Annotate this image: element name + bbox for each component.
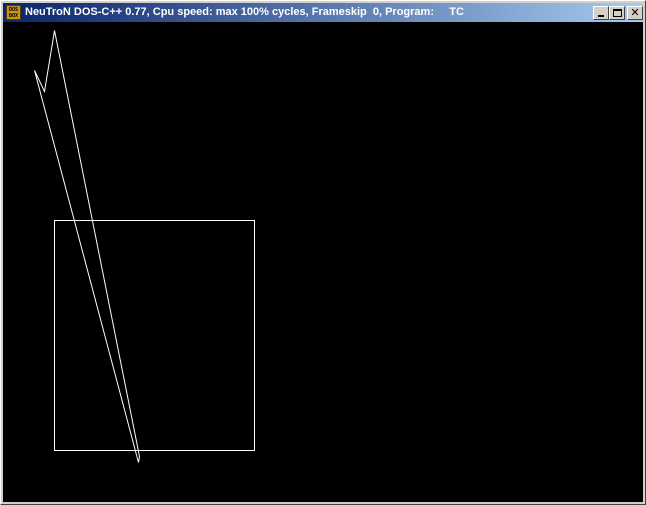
maximize-button[interactable]	[609, 6, 625, 20]
title-bar[interactable]: DOS BOX NeuTroN DOS-C++ 0.77, Cpu speed:…	[3, 3, 643, 22]
minimize-button[interactable]	[593, 6, 609, 20]
close-button[interactable]: ✕	[627, 6, 643, 20]
drawn-rectangle	[54, 220, 255, 451]
maximize-icon	[613, 9, 622, 17]
window-title: NeuTroN DOS-C++ 0.77, Cpu speed: max 100…	[25, 6, 464, 18]
dosbox-icon[interactable]: DOS BOX	[6, 5, 21, 20]
drawn-lightning-bolt	[34, 30, 141, 463]
dos-screen[interactable]	[3, 22, 643, 502]
close-icon: ✕	[630, 6, 640, 19]
dosbox-window: DOS BOX NeuTroN DOS-C++ 0.77, Cpu speed:…	[0, 0, 646, 505]
graphics-canvas	[34, 30, 255, 463]
minimize-icon	[598, 15, 604, 17]
